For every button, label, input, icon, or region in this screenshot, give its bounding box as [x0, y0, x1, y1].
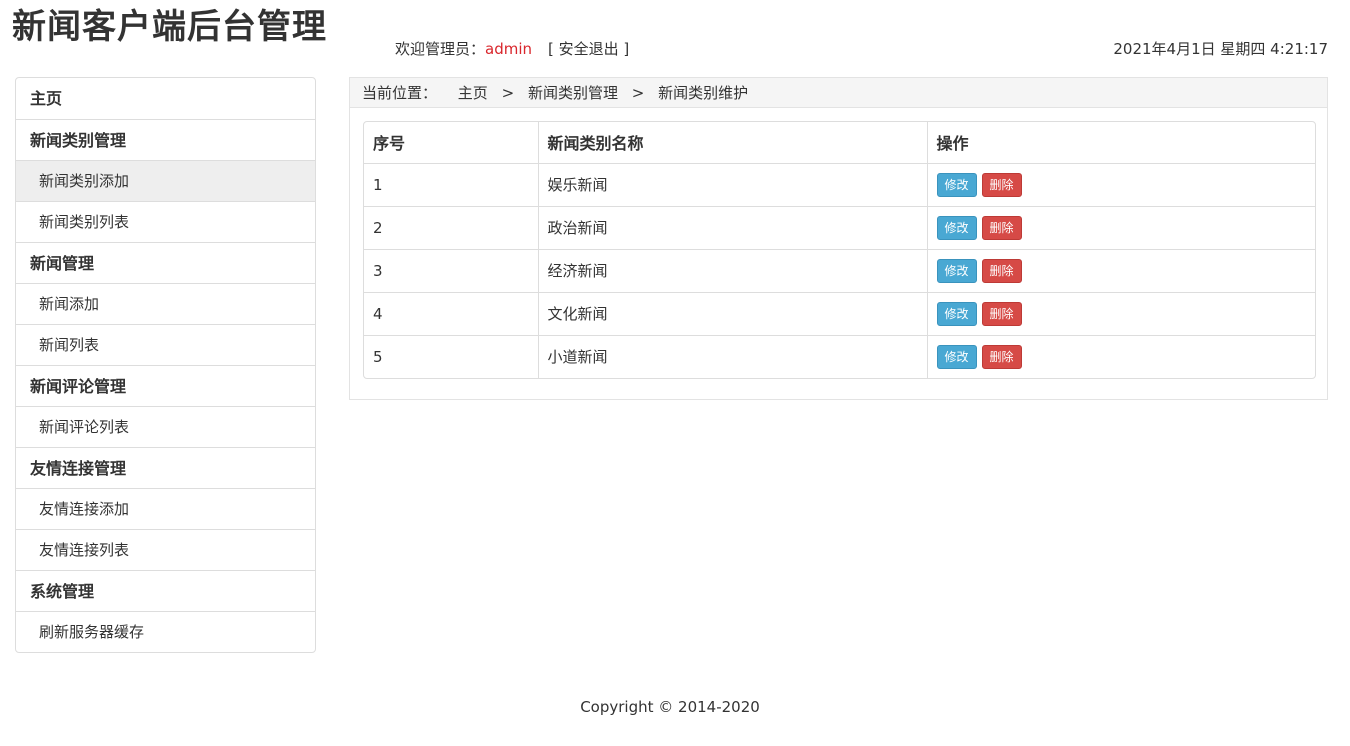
row-category-name: 小道新闻 — [537, 334, 927, 378]
table-header-row: 序号 新闻类别名称 操作 — [364, 122, 1315, 164]
row-category-name: 娱乐新闻 — [537, 163, 927, 206]
delete-button[interactable]: 删除 — [981, 258, 1022, 283]
sidebar-item-news-list[interactable]: 新闻列表 — [16, 324, 315, 365]
sidebar-group-news[interactable]: 新闻管理 — [16, 242, 315, 283]
sidebar-item-link-add[interactable]: 友情连接添加 — [16, 488, 315, 529]
sidebar-item-news-add[interactable]: 新闻添加 — [16, 283, 315, 324]
table-row: 4 文化新闻 修改 删除 — [364, 291, 1315, 335]
logout-link[interactable]: [ 安全退出 ] — [548, 40, 629, 58]
breadcrumb-home[interactable]: 主页 — [458, 84, 488, 102]
row-actions: 修改 删除 — [926, 163, 1315, 206]
row-num: 5 — [364, 334, 538, 378]
sidebar-group-comment[interactable]: 新闻评论管理 — [16, 365, 315, 406]
row-actions: 修改 删除 — [926, 205, 1315, 249]
category-table-wrapper: 序号 新闻类别名称 操作 1 娱乐新闻 修改 删除 2 政治新闻 修改 删除 3… — [363, 121, 1316, 379]
app-title: 新闻客户端后台管理 — [12, 7, 327, 47]
header-name: 新闻类别名称 — [537, 122, 927, 164]
admin-username: admin — [485, 40, 533, 58]
table-row: 2 政治新闻 修改 删除 — [364, 205, 1315, 249]
row-actions: 修改 删除 — [926, 291, 1315, 335]
breadcrumb-category-mgmt[interactable]: 新闻类别管理 — [528, 84, 618, 102]
sidebar-item-link-list[interactable]: 友情连接列表 — [16, 529, 315, 570]
row-actions: 修改 删除 — [926, 334, 1315, 378]
table-row: 1 娱乐新闻 修改 删除 — [364, 163, 1315, 206]
breadcrumb-separator: > — [501, 84, 515, 102]
sidebar-item-comment-list[interactable]: 新闻评论列表 — [16, 406, 315, 447]
sidebar-group-link[interactable]: 友情连接管理 — [16, 447, 315, 488]
row-num: 1 — [373, 175, 383, 194]
main-panel: 当前位置： 主页 > 新闻类别管理 > 新闻类别维护 序号 新闻类别名称 操作 … — [349, 77, 1328, 400]
table-row: 5 小道新闻 修改 删除 — [364, 334, 1315, 378]
category-table: 序号 新闻类别名称 操作 1 娱乐新闻 修改 删除 2 政治新闻 修改 删除 3… — [364, 122, 1315, 378]
sidebar-item-category-add[interactable]: 新闻类别添加 — [16, 160, 315, 201]
breadcrumb: 当前位置： 主页 > 新闻类别管理 > 新闻类别维护 — [350, 78, 1327, 108]
edit-button[interactable]: 修改 — [936, 258, 977, 283]
sidebar-group-category[interactable]: 新闻类别管理 — [16, 119, 315, 160]
footer-copyright: Copyright © 2014-2020 — [580, 698, 760, 716]
edit-button[interactable]: 修改 — [936, 301, 977, 326]
delete-button[interactable]: 删除 — [981, 172, 1022, 197]
welcome-label: 欢迎管理员： — [395, 40, 486, 58]
row-num: 4 — [364, 291, 538, 335]
row-category-name: 政治新闻 — [537, 205, 927, 249]
row-category-name: 文化新闻 — [537, 291, 927, 335]
edit-button[interactable]: 修改 — [936, 172, 977, 197]
edit-button[interactable]: 修改 — [936, 215, 977, 240]
header-num: 序号 — [364, 122, 538, 164]
delete-button[interactable]: 删除 — [981, 301, 1022, 326]
sidebar-item-home[interactable]: 主页 — [16, 78, 315, 119]
row-num: 2 — [364, 205, 538, 249]
row-category-name: 经济新闻 — [537, 248, 927, 292]
header-action: 操作 — [926, 122, 1315, 164]
welcome-bar: 欢迎管理员：admin [ 安全退出 ] — [395, 38, 629, 60]
breadcrumb-label: 当前位置： — [362, 84, 438, 102]
sidebar-item-refresh-cache[interactable]: 刷新服务器缓存 — [16, 611, 315, 652]
table-row: 3 经济新闻 修改 删除 — [364, 248, 1315, 292]
sidebar-item-category-list[interactable]: 新闻类别列表 — [16, 201, 315, 242]
sidebar-nav: 主页 新闻类别管理 新闻类别添加 新闻类别列表 新闻管理 新闻添加 新闻列表 新… — [15, 77, 316, 653]
edit-button[interactable]: 修改 — [936, 344, 977, 369]
current-datetime: 2021年4月1日 星期四 4:21:17 — [1113, 40, 1328, 58]
breadcrumb-separator: > — [631, 84, 645, 102]
delete-button[interactable]: 删除 — [981, 344, 1022, 369]
page: 新闻客户端后台管理 欢迎管理员：admin [ 安全退出 ] 2021年4月1日 … — [0, 0, 1350, 746]
delete-button[interactable]: 删除 — [981, 215, 1022, 240]
row-num: 3 — [364, 248, 538, 292]
sidebar-group-system[interactable]: 系统管理 — [16, 570, 315, 611]
row-actions: 修改 删除 — [926, 248, 1315, 292]
breadcrumb-current: 新闻类别维护 — [658, 84, 749, 102]
